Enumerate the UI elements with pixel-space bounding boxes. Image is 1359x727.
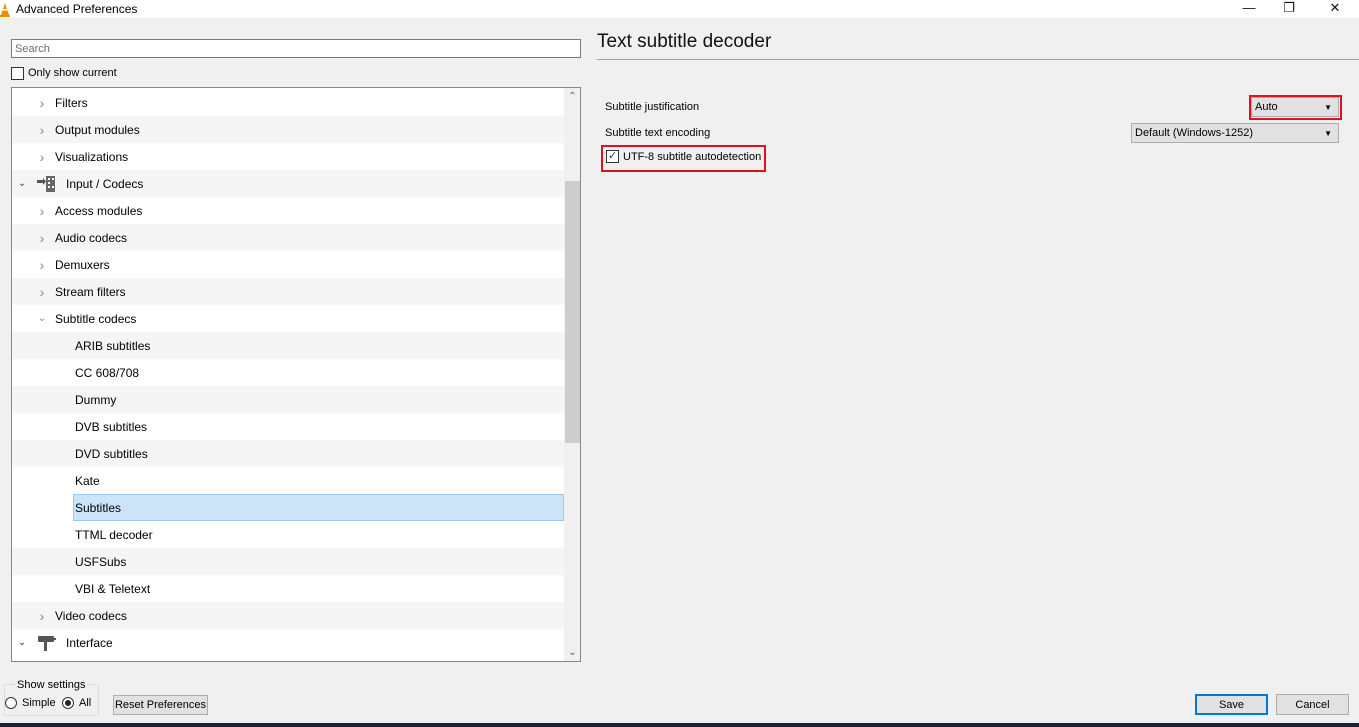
tree-item[interactable]: › Filters <box>12 89 564 116</box>
radio-all-button[interactable] <box>62 697 74 709</box>
tree-item[interactable]: ⌄ Interface <box>12 629 564 656</box>
tree-item-label: Subtitle codecs <box>55 311 137 326</box>
chevron-right-icon[interactable]: › <box>37 257 47 273</box>
tree-item[interactable]: ⌄ Input / Codecs <box>12 170 564 197</box>
radio-simple-button[interactable] <box>5 697 17 709</box>
radio-simple-label: Simple <box>22 697 56 709</box>
chevron-right-icon[interactable]: › <box>37 284 47 300</box>
subtitle-encoding-value: Default (Windows-1252) <box>1135 127 1253 139</box>
scroll-thumb[interactable] <box>565 181 580 443</box>
vlc-cone-icon <box>0 3 10 17</box>
close-icon: ✕ <box>1329 0 1341 15</box>
tree-item[interactable]: ⌄ Subtitle codecs <box>12 305 564 332</box>
chevron-right-icon[interactable]: › <box>37 230 47 246</box>
tree-item[interactable]: DVD subtitles <box>12 440 564 467</box>
tree-item[interactable]: VBI & Teletext <box>12 575 564 602</box>
maximize-button[interactable]: ❐ <box>1266 0 1312 18</box>
input-codecs-icon <box>37 175 55 192</box>
tree-item[interactable]: › Output modules <box>12 116 564 143</box>
tree-item[interactable]: Dummy <box>12 386 564 413</box>
tree-item-label: ARIB subtitles <box>75 338 151 353</box>
tree-item-label: Output modules <box>55 122 140 137</box>
tree-item-label: USFSubs <box>75 554 127 569</box>
chevron-right-icon[interactable]: › <box>37 122 47 138</box>
subtitle-justification-label: Subtitle justification <box>605 101 700 113</box>
tree-item[interactable]: › Demuxers <box>12 251 564 278</box>
tree-item-label: Interface <box>66 635 113 650</box>
tree-item[interactable]: Subtitles <box>12 494 564 521</box>
radio-simple[interactable]: Simple <box>5 697 56 709</box>
chevron-down-icon[interactable]: ⌄ <box>17 637 27 648</box>
tree-item-label: VBI & Teletext <box>75 581 151 596</box>
tree-item-label: DVB subtitles <box>75 419 148 434</box>
tree-item-label: Filters <box>55 95 88 110</box>
chevron-down-icon[interactable]: ⌄ <box>17 178 27 189</box>
title-bar: Advanced Preferences — ❐ ✕ <box>0 0 1359 18</box>
tree-item-label: DVD subtitles <box>75 446 148 461</box>
tree-scrollbar[interactable]: ⌃ ⌄ <box>564 88 580 661</box>
only-show-current-checkbox[interactable]: Only show current <box>11 66 117 80</box>
preferences-tree[interactable]: › Filters › Output modules › Visualizations ⌄ I… <box>11 87 581 662</box>
tree-item-label: Video codecs <box>55 608 127 623</box>
highlight-box-justification <box>1249 95 1342 120</box>
chevron-right-icon[interactable]: › <box>37 95 47 111</box>
tree-item[interactable]: Kate <box>12 467 564 494</box>
only-show-current-label: Only show current <box>28 67 117 79</box>
minimize-icon: — <box>1242 0 1256 15</box>
tree-item-label: Subtitles <box>75 500 122 515</box>
tree-item[interactable]: TTML decoder <box>12 521 564 548</box>
tree-item[interactable]: › Audio codecs <box>12 224 564 251</box>
chevron-down-icon[interactable]: ⌄ <box>37 313 47 324</box>
subtitle-encoding-select[interactable]: Default (Windows-1252) ▼ <box>1131 123 1339 143</box>
tree-item[interactable]: › Video codecs <box>12 602 564 629</box>
tree-item[interactable]: › Access modules <box>12 197 564 224</box>
tree-item[interactable]: › Stream filters <box>12 278 564 305</box>
chevron-right-icon[interactable]: › <box>37 149 47 165</box>
chevron-right-icon[interactable]: › <box>37 608 47 624</box>
dropdown-arrow-icon: ▼ <box>1324 128 1332 138</box>
tree-item-label: Stream filters <box>55 284 126 299</box>
checkbox-box[interactable] <box>11 66 24 80</box>
tree-item-label: Demuxers <box>55 257 110 272</box>
radio-all-label: All <box>79 697 92 709</box>
window-title: Advanced Preferences <box>16 2 138 16</box>
tree-item-label: Dummy <box>75 392 117 407</box>
tree-item-label: Audio codecs <box>55 230 128 245</box>
search-input[interactable] <box>11 39 581 58</box>
scroll-up-icon[interactable]: ⌃ <box>564 88 580 105</box>
tree-item[interactable]: USFSubs <box>12 548 564 575</box>
scroll-down-icon[interactable]: ⌄ <box>564 644 580 661</box>
tree-item-label: Access modules <box>55 203 143 218</box>
show-settings-legend: Show settings <box>15 679 88 691</box>
tree-item[interactable]: DVB subtitles <box>12 413 564 440</box>
reset-preferences-button[interactable]: Reset Preferences <box>113 695 208 715</box>
cancel-button[interactable]: Cancel <box>1276 694 1349 715</box>
taskbar-edge <box>0 723 1359 727</box>
restore-icon: ❐ <box>1283 0 1295 15</box>
chevron-right-icon[interactable]: › <box>37 203 47 219</box>
save-button[interactable]: Save <box>1195 694 1268 715</box>
close-button[interactable]: ✕ <box>1312 0 1358 18</box>
interface-icon <box>38 635 56 651</box>
subtitle-encoding-label: Subtitle text encoding <box>605 127 711 139</box>
tree-item[interactable]: ARIB subtitles <box>12 332 564 359</box>
tree-item[interactable]: › Visualizations <box>12 143 564 170</box>
tree-item[interactable]: CC 608/708 <box>12 359 564 386</box>
tree-item-label: TTML decoder <box>75 527 153 542</box>
panel-divider <box>597 59 1359 60</box>
tree-item-label: Kate <box>75 473 100 488</box>
tree-item-label: Visualizations <box>55 149 129 164</box>
tree-item-label: CC 608/708 <box>75 365 140 380</box>
radio-all[interactable]: All <box>62 697 91 709</box>
tree-item-label: Input / Codecs <box>66 176 144 191</box>
highlight-box-utf8 <box>601 145 766 172</box>
panel-title: Text subtitle decoder <box>597 31 772 52</box>
